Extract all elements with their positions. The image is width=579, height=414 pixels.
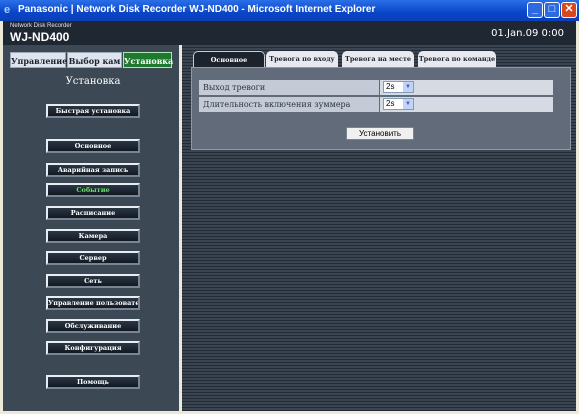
alarm-output-cell: 2s ▼ [380, 80, 553, 95]
menu-quick-setup-button[interactable]: Быстрая установка [46, 104, 140, 118]
tab-setup[interactable]: Установка [123, 52, 173, 68]
alarm-output-value: 2s [386, 82, 395, 91]
window-title: Panasonic | Network Disk Recorder WJ-ND4… [18, 4, 376, 15]
buzzer-duration-value: 2s [386, 99, 395, 108]
menu-camera-button[interactable]: Камера [46, 229, 140, 243]
app-header: Network Disk Recorder WJ-ND400 01.Jan.09… [3, 21, 576, 45]
browser-window: e Panasonic | Network Disk Recorder WJ-N… [0, 0, 579, 414]
menu-server-button[interactable]: Сервер [46, 251, 140, 265]
menu-event-button[interactable]: Событие [46, 183, 140, 197]
buzzer-duration-cell: 2s ▼ [380, 97, 553, 112]
tab-alarm-local[interactable]: Тревога на месте [342, 51, 414, 68]
left-nav-panel [3, 45, 179, 411]
close-button[interactable]: ✕ [561, 2, 577, 18]
datetime-display: 01.Jan.09 0:00 [491, 28, 564, 39]
menu-emergency-record-button[interactable]: Аварийная запись [46, 163, 140, 177]
menu-network-button[interactable]: Сеть [46, 274, 140, 288]
minimize-button[interactable]: _ [527, 2, 543, 18]
product-subtitle: Network Disk Recorder [10, 23, 72, 29]
menu-schedule-button[interactable]: Расписание [46, 206, 140, 220]
menu-maintenance-button[interactable]: Обслуживание [46, 319, 140, 333]
buzzer-duration-label: Длительность включения зуммера [199, 97, 379, 112]
set-button[interactable]: Установить [346, 127, 414, 140]
tab-control[interactable]: Управление [10, 52, 67, 68]
maximize-button[interactable]: □ [544, 2, 560, 18]
chevron-down-icon: ▼ [403, 99, 413, 109]
nav-title: Установка [65, 76, 121, 87]
menu-help-button[interactable]: Помощь [46, 375, 140, 389]
menu-basic-button[interactable]: Основное [46, 139, 140, 153]
menu-configuration-button[interactable]: Конфигурация [46, 341, 140, 355]
title-bar: e Panasonic | Network Disk Recorder WJ-N… [0, 0, 579, 21]
product-model: WJ-ND400 [10, 30, 70, 44]
tab-alarm-command[interactable]: Тревога по команде [418, 51, 496, 68]
buzzer-duration-select[interactable]: 2s ▼ [383, 98, 414, 110]
ie-icon: e [4, 4, 11, 16]
tab-alarm-input[interactable]: Тревога по входу [266, 51, 338, 68]
alarm-output-select[interactable]: 2s ▼ [383, 81, 414, 93]
chevron-down-icon: ▼ [403, 82, 413, 92]
alarm-output-label: Выход тревоги [199, 80, 379, 95]
menu-user-management-button[interactable]: Управление пользователем [46, 296, 140, 310]
tab-camera-select[interactable]: Выбор кам [67, 52, 122, 68]
